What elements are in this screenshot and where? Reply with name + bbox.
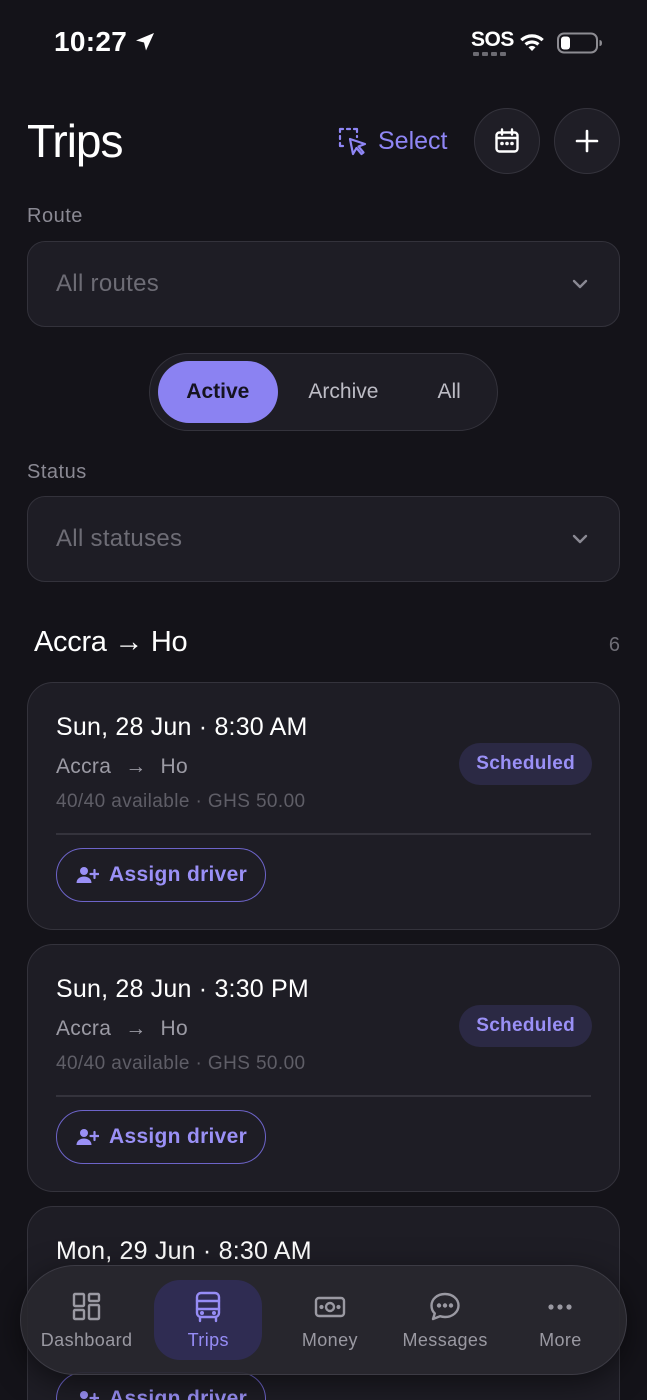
add-person-icon <box>80 1391 99 1400</box>
nav-trips-label: Trips <box>187 1329 229 1350</box>
status-dropdown-value: All statuses <box>56 525 183 552</box>
assign-driver-button[interactable]: Assign driver <box>56 848 267 902</box>
money-icon <box>314 1296 346 1317</box>
trip-origin: Accra <box>56 1017 112 1040</box>
nav-more-label: More <box>539 1329 582 1350</box>
status-bar: 10:27 SOS <box>0 0 647 86</box>
nav-dashboard[interactable]: Dashboard <box>29 1280 144 1360</box>
status-label: Status <box>27 461 87 483</box>
trip-date: Sun, 28 Jun · 8:30 AM <box>56 713 308 741</box>
tab-all[interactable]: All <box>409 361 489 423</box>
trip-destination: Ho <box>160 755 188 778</box>
trip-card[interactable]: Sun, 28 Jun · 3:30 PM Accra → Ho 40/40 a… <box>27 944 620 1192</box>
trip-card[interactable]: Sun, 28 Jun · 8:30 AM Accra → Ho 40/40 a… <box>27 682 620 930</box>
trip-scope-tabs: Active Archive All <box>149 353 498 431</box>
add-trip-button[interactable] <box>554 108 620 174</box>
trip-origin: Accra <box>56 755 112 778</box>
assign-driver-label: Assign driver <box>109 1125 248 1148</box>
nav-money-label: Money <box>301 1329 358 1350</box>
status-dropdown[interactable]: All statuses <box>27 496 620 582</box>
route-arrow: → <box>125 1017 147 1040</box>
route-dropdown-value: All routes <box>56 270 160 297</box>
trip-date: Mon, 29 Jun · 8:30 AM <box>56 1237 312 1265</box>
chevron-down-icon <box>572 534 588 544</box>
select-cursor-icon <box>338 127 367 156</box>
trip-date: Sun, 28 Jun · 3:30 PM <box>56 975 309 1003</box>
plus-icon <box>575 129 599 153</box>
add-person-icon <box>76 867 99 883</box>
status-time: 10:27 <box>54 26 128 57</box>
sos-indicator: SOS <box>471 28 514 51</box>
more-icon <box>548 1303 572 1310</box>
card-divider <box>56 833 591 835</box>
route-dropdown[interactable]: All routes <box>27 241 620 327</box>
nav-trips[interactable]: Trips <box>154 1280 263 1360</box>
card-divider <box>56 1095 591 1097</box>
route-label: Route <box>27 205 83 227</box>
trip-route: Accra → Ho <box>56 755 188 779</box>
route-group-title: Accra → Ho <box>34 626 188 658</box>
nav-dashboard-label: Dashboard <box>40 1329 133 1350</box>
messages-icon <box>430 1292 460 1320</box>
chevron-down-icon <box>572 279 588 289</box>
bus-icon <box>196 1291 221 1322</box>
select-label: Select <box>378 126 448 155</box>
page-title: Trips <box>27 115 124 167</box>
wifi-icon <box>520 34 544 51</box>
select-button[interactable]: Select <box>336 120 447 162</box>
signal-dots <box>473 52 507 56</box>
assign-driver-label: Assign driver <box>109 1387 248 1400</box>
calendar-button[interactable] <box>474 108 540 174</box>
assign-driver-button[interactable]: Assign driver <box>56 1372 267 1400</box>
location-arrow-icon <box>136 33 154 51</box>
calendar-icon <box>495 128 519 153</box>
nav-messages[interactable]: Messages <box>388 1280 503 1360</box>
status-badge: Scheduled <box>459 1005 592 1047</box>
tab-active[interactable]: Active <box>158 361 278 423</box>
trip-destination: Ho <box>160 1017 188 1040</box>
bottom-nav: Dashboard Trips Money Messages More <box>20 1265 627 1375</box>
assign-driver-button[interactable]: Assign driver <box>56 1110 267 1164</box>
battery-icon <box>557 32 602 54</box>
dashboard-icon <box>72 1292 100 1320</box>
trip-route: Accra → Ho <box>56 1017 188 1041</box>
tab-archive[interactable]: Archive <box>278 361 410 423</box>
trip-availability-price: 40/40 available · GHS 50.00 <box>56 791 306 812</box>
route-arrow: → <box>125 755 147 778</box>
status-badge: Scheduled <box>459 743 592 785</box>
nav-money[interactable]: Money <box>272 1280 387 1360</box>
route-group-count: 6 <box>608 634 620 656</box>
nav-messages-label: Messages <box>402 1329 488 1350</box>
nav-more[interactable]: More <box>503 1280 618 1360</box>
trip-availability-price: 40/40 available · GHS 50.00 <box>56 1053 306 1074</box>
add-person-icon <box>76 1129 99 1145</box>
assign-driver-label: Assign driver <box>109 863 248 886</box>
